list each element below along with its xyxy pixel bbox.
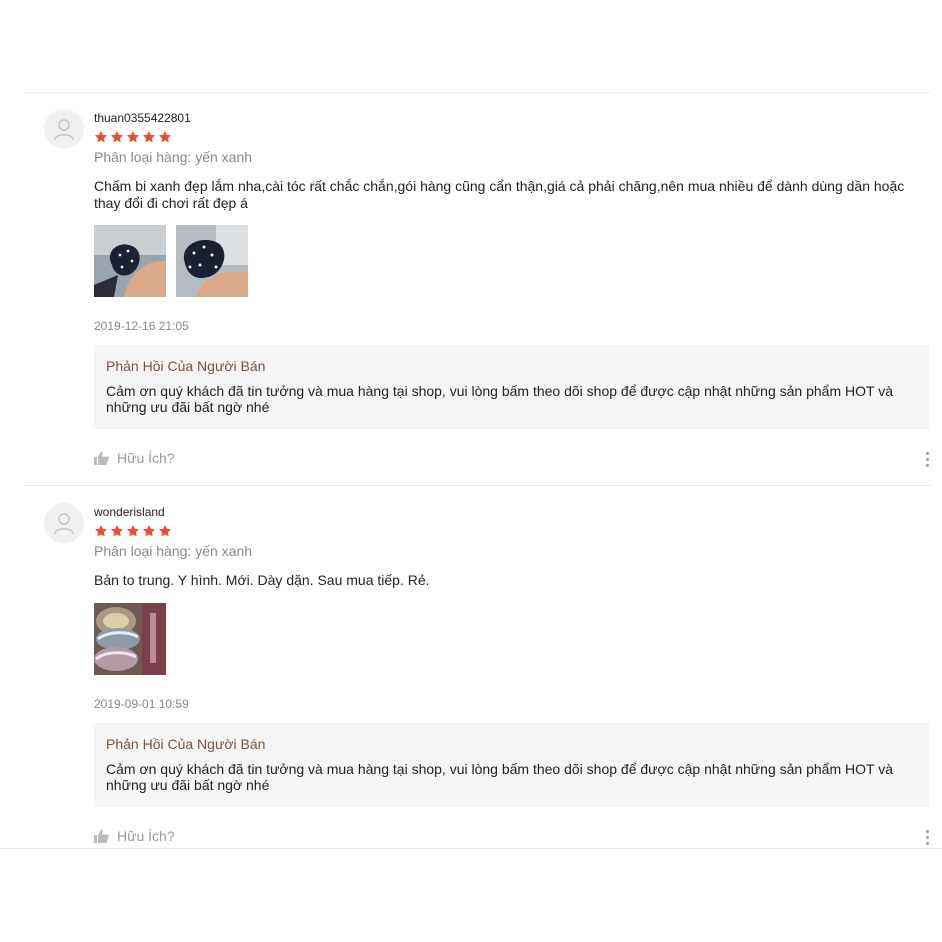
review-variant: Phân loại hàng: yến xanh xyxy=(94,543,253,559)
star-icon xyxy=(110,130,124,143)
more-options-icon[interactable] xyxy=(924,830,930,845)
star-icon xyxy=(142,130,156,143)
user-placeholder-icon xyxy=(54,513,74,535)
review-comment: Chấm bi xanh đẹp lắm nha,cài tóc rất chắ… xyxy=(94,178,905,211)
star-rating xyxy=(94,524,930,538)
star-icon xyxy=(142,524,156,537)
seller-reply-title: Phản Hồi Của Người Bán xyxy=(106,358,266,374)
thumbs-up-icon xyxy=(94,451,109,465)
star-icon xyxy=(126,524,140,537)
review-variant: Phân loại hàng: yến xanh xyxy=(94,149,253,165)
helpful-button[interactable]: Hữu Ích? xyxy=(94,828,175,844)
avatar[interactable] xyxy=(44,503,84,543)
review-images xyxy=(94,225,248,297)
bottom-divider xyxy=(0,848,942,849)
star-rating xyxy=(94,130,930,144)
helpful-label: Hữu Ích? xyxy=(117,450,175,466)
review-image-thumbnail[interactable] xyxy=(94,225,166,297)
star-icon xyxy=(94,130,108,143)
review-comment: Bản to trung. Y hình. Mới. Dày dặn. Sau … xyxy=(94,572,430,588)
seller-reply-text: Cảm ơn quý khách đã tin tưởng và mua hàn… xyxy=(106,383,893,415)
review-item: wonderisland Phân loại hàng: yến xanh Bả… xyxy=(24,487,930,848)
review-divider xyxy=(24,485,930,486)
star-icon xyxy=(158,524,172,537)
review-date: 2019-12-16 21:05 xyxy=(94,319,189,333)
review-image-thumbnail[interactable] xyxy=(176,225,248,297)
helpful-button[interactable]: Hữu Ích? xyxy=(94,450,175,466)
more-options-icon[interactable] xyxy=(924,452,930,467)
star-icon xyxy=(158,130,172,143)
seller-reply-title: Phản Hồi Của Người Bán xyxy=(106,736,266,752)
avatar[interactable] xyxy=(44,109,84,149)
user-placeholder-icon xyxy=(54,119,74,141)
seller-reply-text: Cảm ơn quý khách đã tin tưởng và mua hàn… xyxy=(106,761,893,793)
review-item: thuan0355422801 Phân loại hàng: yến xanh… xyxy=(24,93,930,486)
review-username[interactable]: thuan0355422801 xyxy=(94,111,930,125)
thumbs-up-icon xyxy=(94,829,109,843)
helpful-label: Hữu Ích? xyxy=(117,828,175,844)
star-icon xyxy=(110,524,124,537)
review-date: 2019-09-01 10:59 xyxy=(94,697,189,711)
star-icon xyxy=(126,130,140,143)
seller-reply: Phản Hồi Của Người Bán Cảm ơn quý khách … xyxy=(94,345,929,429)
review-image-thumbnail[interactable] xyxy=(94,603,166,675)
review-images xyxy=(94,603,166,675)
review-username[interactable]: wonderisland xyxy=(94,505,930,519)
seller-reply: Phản Hồi Của Người Bán Cảm ơn quý khách … xyxy=(94,723,929,807)
star-icon xyxy=(94,524,108,537)
